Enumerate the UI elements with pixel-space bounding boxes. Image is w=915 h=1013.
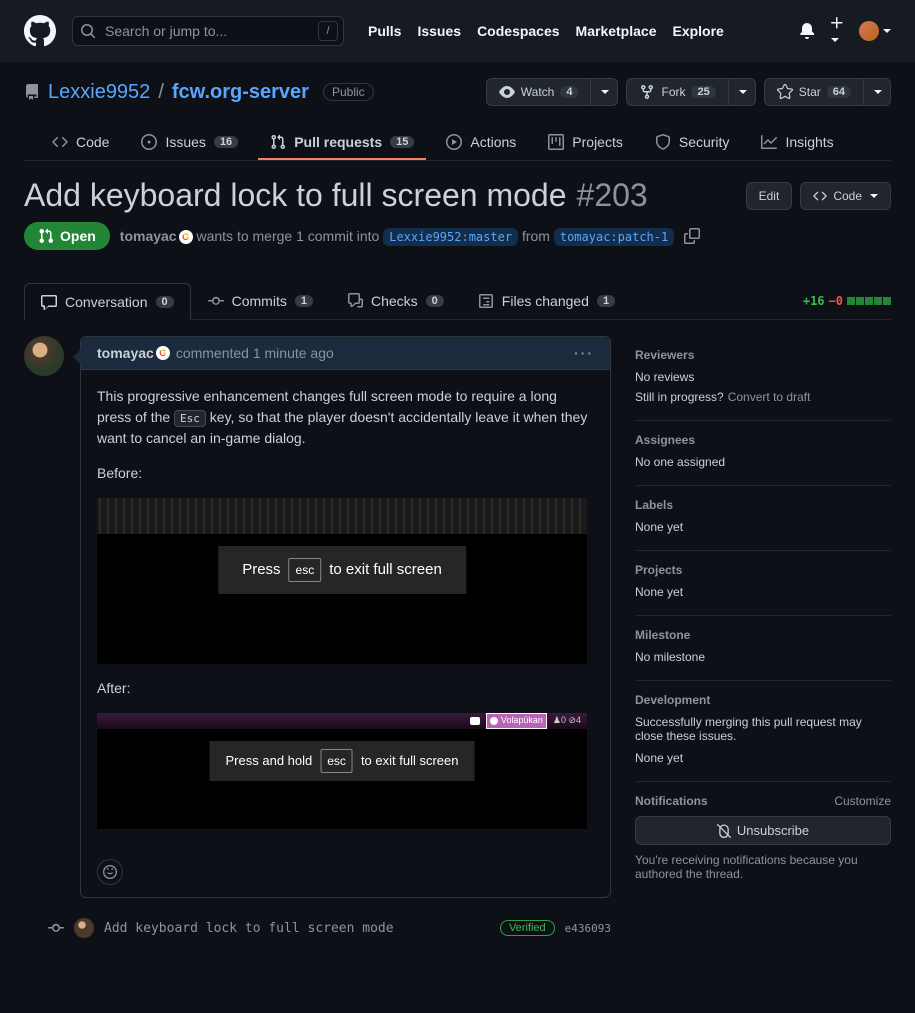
nav-pulls[interactable]: Pulls bbox=[368, 23, 401, 39]
watch-button[interactable]: Watch4 bbox=[486, 78, 592, 106]
pr-tab-checks[interactable]: Checks0 bbox=[330, 282, 461, 319]
pr-number: #203 bbox=[577, 177, 648, 214]
comment-row: tomayacG commented 1 minute ago ··· This… bbox=[24, 336, 611, 898]
sidebar-assignees[interactable]: Assignees No one assigned bbox=[635, 421, 891, 486]
tab-insights[interactable]: Insights bbox=[749, 126, 845, 160]
star-caret[interactable] bbox=[863, 78, 891, 106]
nav-links: Pulls Issues Codespaces Marketplace Expl… bbox=[368, 23, 724, 39]
fork-group: Fork25 bbox=[626, 78, 755, 106]
avatar bbox=[859, 21, 879, 41]
fork-caret[interactable] bbox=[728, 78, 756, 106]
commit-icon bbox=[48, 920, 64, 936]
sidebar-development[interactable]: Development Successfully merging this pu… bbox=[635, 681, 891, 782]
screenshot-before[interactable]: Pressescto exit full screen bbox=[97, 498, 587, 664]
user-menu[interactable] bbox=[859, 21, 891, 41]
repo-tabs: Code Issues16 Pull requests15 Actions Pr… bbox=[24, 126, 891, 161]
commit-avatar[interactable] bbox=[74, 918, 94, 938]
google-badge-icon: G bbox=[156, 346, 170, 360]
repo-head: Lexxie9952 / fcw.org-server Public Watch… bbox=[0, 62, 915, 161]
comment-avatar[interactable] bbox=[24, 336, 64, 376]
pr-tab-files[interactable]: Files changed1 bbox=[461, 282, 632, 319]
bell-icon[interactable] bbox=[799, 23, 815, 39]
commit-row: Add keyboard lock to full screen mode Ve… bbox=[80, 914, 611, 942]
star-button[interactable]: Star64 bbox=[764, 78, 864, 106]
tab-projects[interactable]: Projects bbox=[536, 126, 635, 160]
game-stats: ♟0 ⊘4 bbox=[553, 714, 581, 728]
tab-security[interactable]: Security bbox=[643, 126, 742, 160]
comment-box: tomayacG commented 1 minute ago ··· This… bbox=[80, 336, 611, 898]
visibility-badge: Public bbox=[323, 83, 374, 101]
nav-marketplace[interactable]: Marketplace bbox=[576, 23, 657, 39]
nav-issues[interactable]: Issues bbox=[417, 23, 461, 39]
header-right bbox=[799, 15, 891, 47]
pr-tab-conversation[interactable]: Conversation0 bbox=[24, 283, 191, 320]
pr-author-link[interactable]: tomayac bbox=[120, 228, 177, 244]
customize-link[interactable]: Customize bbox=[834, 794, 891, 808]
head-branch[interactable]: tomayac:patch-1 bbox=[554, 228, 674, 246]
search-wrap: / bbox=[72, 16, 344, 46]
timeline: tomayacG commented 1 minute ago ··· This… bbox=[24, 336, 611, 942]
commit-sha[interactable]: e436093 bbox=[565, 922, 611, 935]
sidebar-reviewers: Reviewers No reviews Still in progress?C… bbox=[635, 336, 891, 421]
slash-hint: / bbox=[318, 21, 338, 41]
sidebar-projects[interactable]: Projects None yet bbox=[635, 551, 891, 616]
chat-icon bbox=[470, 717, 480, 725]
pr-container: Add keyboard lock to full screen mode #2… bbox=[0, 161, 915, 966]
repo-icon bbox=[24, 84, 40, 100]
kebab-icon[interactable]: ··· bbox=[574, 345, 594, 361]
global-header: / Pulls Issues Codespaces Marketplace Ex… bbox=[0, 0, 915, 62]
search-icon bbox=[80, 23, 96, 39]
convert-draft-link[interactable]: Convert to draft bbox=[728, 390, 811, 404]
pr-tab-commits[interactable]: Commits1 bbox=[191, 282, 330, 319]
repo-name-link[interactable]: fcw.org-server bbox=[172, 81, 309, 104]
comment-author[interactable]: tomayac bbox=[97, 345, 154, 361]
google-badge-icon: G bbox=[179, 230, 193, 244]
esc-kbd: Esc bbox=[174, 410, 206, 427]
repo-sep: / bbox=[158, 81, 164, 104]
state-desc: tomayacG wants to merge 1 commit into Le… bbox=[120, 228, 674, 244]
pr-title: Add keyboard lock to full screen mode bbox=[24, 177, 567, 214]
state-badge: Open bbox=[24, 222, 110, 250]
star-group: Star64 bbox=[764, 78, 891, 106]
tab-actions[interactable]: Actions bbox=[434, 126, 528, 160]
edit-button[interactable]: Edit bbox=[746, 182, 793, 210]
sidebar-milestone[interactable]: Milestone No milestone bbox=[635, 616, 891, 681]
sidebar: Reviewers No reviews Still in progress?C… bbox=[635, 336, 891, 942]
tab-pulls[interactable]: Pull requests15 bbox=[258, 126, 426, 160]
unsubscribe-button[interactable]: Unsubscribe bbox=[635, 816, 891, 845]
base-branch[interactable]: Lexxie9952:master bbox=[383, 228, 518, 246]
screenshot-after[interactable]: Volapükan ♟0 ⊘4 Press and holdescto exit… bbox=[97, 713, 587, 829]
sidebar-notifications: NotificationsCustomize Unsubscribe You'r… bbox=[635, 782, 891, 893]
fork-button[interactable]: Fork25 bbox=[626, 78, 728, 106]
comment-content: This progressive enhancement changes ful… bbox=[81, 370, 610, 859]
sidebar-labels[interactable]: Labels None yet bbox=[635, 486, 891, 551]
watch-group: Watch4 bbox=[486, 78, 619, 106]
commit-message[interactable]: Add keyboard lock to full screen mode bbox=[104, 921, 490, 936]
nav-explore[interactable]: Explore bbox=[672, 23, 723, 39]
search-input[interactable] bbox=[72, 16, 344, 46]
github-logo[interactable] bbox=[24, 15, 56, 47]
tab-code[interactable]: Code bbox=[40, 126, 121, 160]
diff-stat: +16 −0 bbox=[803, 294, 891, 308]
repo-owner-link[interactable]: Lexxie9952 bbox=[48, 81, 150, 104]
code-dropdown-button[interactable]: Code bbox=[800, 182, 891, 210]
plus-icon[interactable] bbox=[829, 15, 845, 47]
verified-badge[interactable]: Verified bbox=[500, 920, 555, 936]
watch-caret[interactable] bbox=[590, 78, 618, 106]
tab-issues[interactable]: Issues16 bbox=[129, 126, 250, 160]
nav-codespaces[interactable]: Codespaces bbox=[477, 23, 559, 39]
copy-icon[interactable] bbox=[684, 228, 700, 244]
reaction-button[interactable] bbox=[97, 859, 123, 885]
nation-badge: Volapükan bbox=[486, 713, 547, 729]
comment-time: commented 1 minute ago bbox=[176, 345, 334, 361]
